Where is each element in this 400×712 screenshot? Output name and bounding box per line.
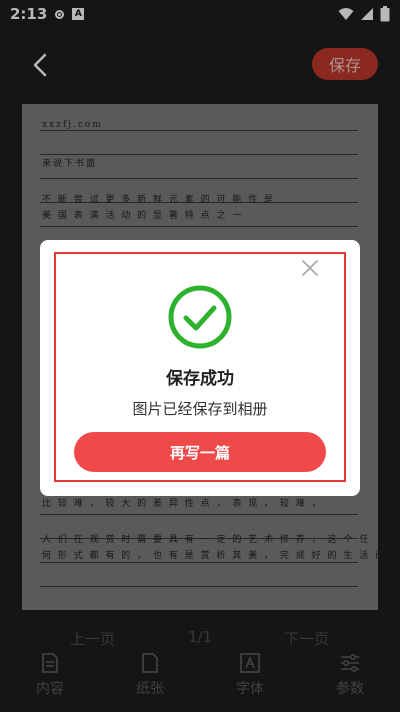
success-check-icon — [168, 285, 232, 349]
write-again-button[interactable]: 再写一篇 — [74, 432, 326, 472]
dialog-title: 保存成功 — [166, 369, 234, 389]
dialog-message: 图片已经保存到相册 — [132, 400, 268, 418]
close-icon[interactable] — [302, 260, 318, 276]
save-success-dialog: 保存成功 图片已经保存到相册 再写一篇 — [40, 240, 360, 496]
